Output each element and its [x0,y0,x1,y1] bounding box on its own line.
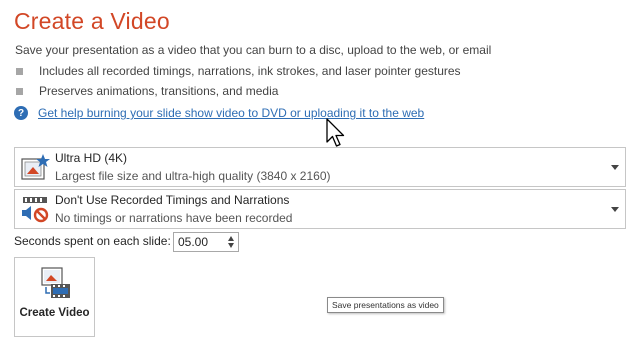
bullet-square-icon [16,87,23,95]
bullet-square-icon [16,67,23,75]
seconds-value[interactable]: 05.00 [178,235,208,249]
quality-sublabel: Largest file size and ultra-high quality… [55,169,331,183]
create-video-label: Create Video [19,307,90,319]
seconds-spinner[interactable]: 05.00 [173,232,239,252]
timings-dropdown[interactable]: Don't Use Recorded Timings and Narration… [14,189,626,229]
mouse-cursor-icon [326,118,345,147]
chevron-down-icon [611,165,619,170]
timings-sublabel: No timings or narrations have been recor… [55,211,293,225]
bullet-text: Preserves animations, transitions, and m… [39,84,279,98]
spin-up-icon[interactable] [228,236,234,241]
quality-label: Ultra HD (4K) [55,151,128,165]
bullet-item: Preserves animations, transitions, and m… [15,84,278,98]
help-row: ? Get help burning your slide show video… [14,106,424,120]
bullet-item: Includes all recorded timings, narration… [15,64,461,78]
help-question-icon: ? [14,106,28,120]
tooltip: Save presentations as video [327,297,444,313]
timings-label: Don't Use Recorded Timings and Narration… [55,193,290,207]
chevron-down-icon [611,207,619,212]
timings-narrations-icon [22,197,49,223]
page-description: Save your presentation as a video that y… [15,43,492,57]
page-title: Create a Video [14,8,170,34]
video-quality-dropdown[interactable]: Ultra HD (4K) Largest file size and ultr… [14,147,626,187]
ultra-hd-star-icon [21,154,50,180]
bullet-text: Includes all recorded timings, narration… [39,64,461,78]
seconds-label: Seconds spent on each slide: [14,234,171,248]
help-link[interactable]: Get help burning your slide show video t… [38,106,424,120]
spin-down-icon[interactable] [228,243,234,248]
create-video-button[interactable]: Create Video [14,257,95,337]
create-video-icon [41,267,70,298]
